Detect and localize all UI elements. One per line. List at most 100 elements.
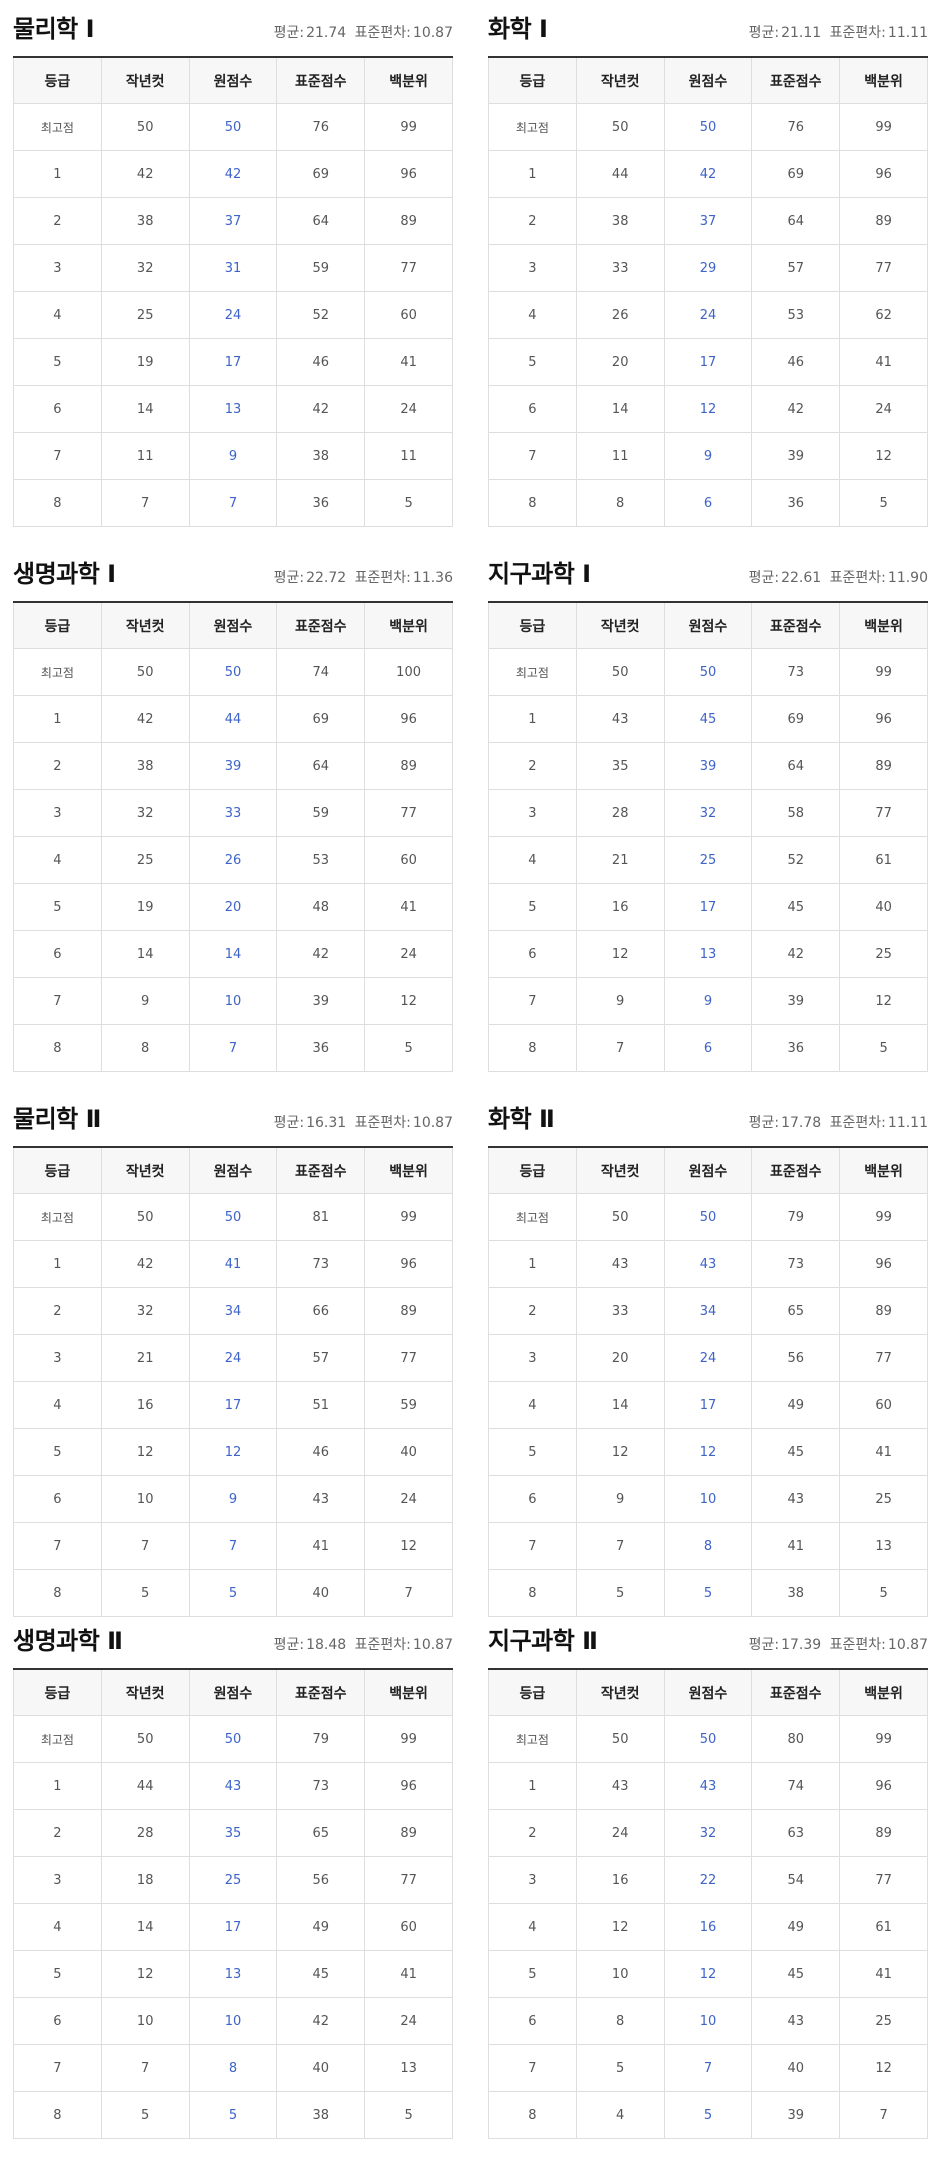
sd-value: 11.11 xyxy=(887,1115,928,1131)
table-row: 4 25 26 53 60 xyxy=(13,836,453,884)
percentile-cell: 24 xyxy=(364,385,453,433)
grade-cell: 3 xyxy=(13,789,102,837)
table-row: 3 20 24 56 77 xyxy=(488,1334,928,1382)
percentile-cell: 77 xyxy=(364,1334,453,1382)
grade-cell: 8 xyxy=(488,479,577,527)
table-row: 4 14 17 49 60 xyxy=(488,1381,928,1429)
column-header-raw-score: 원점수 xyxy=(188,1146,278,1194)
raw-score-cell: 7 xyxy=(188,1024,278,1072)
last-year-cut-cell: 18 xyxy=(100,1856,190,1904)
grade-cell: 8 xyxy=(13,479,102,527)
table-row: 8 8 6 36 5 xyxy=(488,479,928,527)
column-header-percentile: 백분위 xyxy=(364,56,453,104)
percentile-cell: 77 xyxy=(839,1856,928,1904)
grade-cell: 2 xyxy=(13,1809,102,1857)
last-year-cut-cell: 12 xyxy=(100,1950,190,1998)
table-row: 5 20 17 46 41 xyxy=(488,338,928,386)
raw-score-cell: 25 xyxy=(188,1856,278,1904)
standard-score-cell: 41 xyxy=(751,1522,841,1570)
grade-cell: 4 xyxy=(13,836,102,884)
table-row: 7 7 8 41 13 xyxy=(488,1522,928,1570)
percentile-cell: 41 xyxy=(839,338,928,386)
table-header-row: 등급 작년컷 원점수 표준점수 백분위 xyxy=(488,1668,928,1716)
percentile-cell: 96 xyxy=(364,150,453,198)
panel-header: 화학 Ⅰ 평균: 21.11 표준편차: 11.11 xyxy=(488,0,928,56)
last-year-cut-cell: 14 xyxy=(575,1381,665,1429)
last-year-cut-cell: 42 xyxy=(100,150,190,198)
last-year-cut-cell: 26 xyxy=(575,291,665,339)
raw-score-cell: 34 xyxy=(663,1287,753,1335)
standard-score-cell: 43 xyxy=(751,1475,841,1523)
standard-score-cell: 79 xyxy=(751,1193,841,1241)
table-row: 8 7 6 36 5 xyxy=(488,1024,928,1072)
column-header-percentile: 백분위 xyxy=(364,601,453,649)
percentile-cell: 7 xyxy=(839,2091,928,2139)
last-year-cut-cell: 32 xyxy=(100,789,190,837)
percentile-cell: 89 xyxy=(364,1287,453,1335)
table-row: 3 16 22 54 77 xyxy=(488,1856,928,1904)
column-header-standard-score: 표준점수 xyxy=(276,1668,366,1716)
last-year-cut-cell: 50 xyxy=(575,1193,665,1241)
percentile-cell: 99 xyxy=(364,103,453,151)
standard-score-cell: 48 xyxy=(276,883,366,931)
standard-score-cell: 53 xyxy=(276,836,366,884)
last-year-cut-cell: 25 xyxy=(100,291,190,339)
table-row: 6 10 10 42 24 xyxy=(13,1997,453,2045)
mean-label: 평균: xyxy=(748,1637,780,1653)
table-row: 6 14 14 42 24 xyxy=(13,930,453,978)
table-row: 7 11 9 39 12 xyxy=(488,432,928,480)
grade-cell: 2 xyxy=(13,742,102,790)
last-year-cut-cell: 50 xyxy=(575,648,665,696)
subject-stats: 평균: 21.74 표준편차: 10.87 xyxy=(274,22,453,42)
subject-panel: 화학 Ⅰ 평균: 21.11 표준편차: 11.11 등급 작년컷 원점수 표준점수… xyxy=(488,0,928,527)
table-row: 6 12 13 42 25 xyxy=(488,930,928,978)
percentile-cell: 40 xyxy=(839,883,928,931)
table-row: 2 35 39 64 89 xyxy=(488,742,928,790)
last-year-cut-cell: 10 xyxy=(100,1997,190,2045)
raw-score-cell: 8 xyxy=(188,2044,278,2092)
grade-cell: 6 xyxy=(488,1475,577,1523)
percentile-cell: 24 xyxy=(364,1475,453,1523)
last-year-cut-cell: 12 xyxy=(575,1903,665,1951)
last-year-cut-cell: 5 xyxy=(100,1569,190,1617)
table-row: 1 42 41 73 96 xyxy=(13,1240,453,1288)
table-row: 2 38 37 64 89 xyxy=(13,197,453,245)
grade-cell: 7 xyxy=(488,2044,577,2092)
sd-value: 10.87 xyxy=(412,1637,453,1653)
standard-score-cell: 36 xyxy=(276,479,366,527)
percentile-cell: 96 xyxy=(839,695,928,743)
percentile-cell: 12 xyxy=(839,432,928,480)
subject-title: 지구과학 Ⅱ xyxy=(488,1627,598,1655)
percentile-cell: 89 xyxy=(364,1809,453,1857)
standard-score-cell: 40 xyxy=(751,2044,841,2092)
subject-title: 물리학 Ⅰ xyxy=(13,15,95,43)
raw-score-cell: 42 xyxy=(188,150,278,198)
standard-score-cell: 38 xyxy=(751,1569,841,1617)
raw-score-cell: 17 xyxy=(663,338,753,386)
table-row: 2 38 39 64 89 xyxy=(13,742,453,790)
last-year-cut-cell: 5 xyxy=(100,2091,190,2139)
raw-score-cell: 29 xyxy=(663,244,753,292)
mean-label: 평균: xyxy=(273,1637,305,1653)
last-year-cut-cell: 8 xyxy=(575,479,665,527)
standard-score-cell: 64 xyxy=(276,742,366,790)
standard-score-cell: 56 xyxy=(276,1856,366,1904)
percentile-cell: 24 xyxy=(364,1997,453,2045)
raw-score-cell: 43 xyxy=(188,1762,278,1810)
table-row: 2 38 37 64 89 xyxy=(488,197,928,245)
grade-cell: 2 xyxy=(13,197,102,245)
standard-score-cell: 42 xyxy=(751,385,841,433)
grade-cell: 4 xyxy=(488,291,577,339)
standard-score-cell: 65 xyxy=(276,1809,366,1857)
raw-score-cell: 24 xyxy=(663,1334,753,1382)
grade-cell: 8 xyxy=(13,1024,102,1072)
table-row: 6 10 9 43 24 xyxy=(13,1475,453,1523)
table-header-row: 등급 작년컷 원점수 표준점수 백분위 xyxy=(488,56,928,104)
mean-value: 21.74 xyxy=(306,25,347,41)
last-year-cut-cell: 50 xyxy=(100,1715,190,1763)
standard-score-cell: 38 xyxy=(276,2091,366,2139)
percentile-cell: 61 xyxy=(839,1903,928,1951)
table-row: 4 16 17 51 59 xyxy=(13,1381,453,1429)
raw-score-cell: 33 xyxy=(188,789,278,837)
last-year-cut-cell: 50 xyxy=(100,1193,190,1241)
